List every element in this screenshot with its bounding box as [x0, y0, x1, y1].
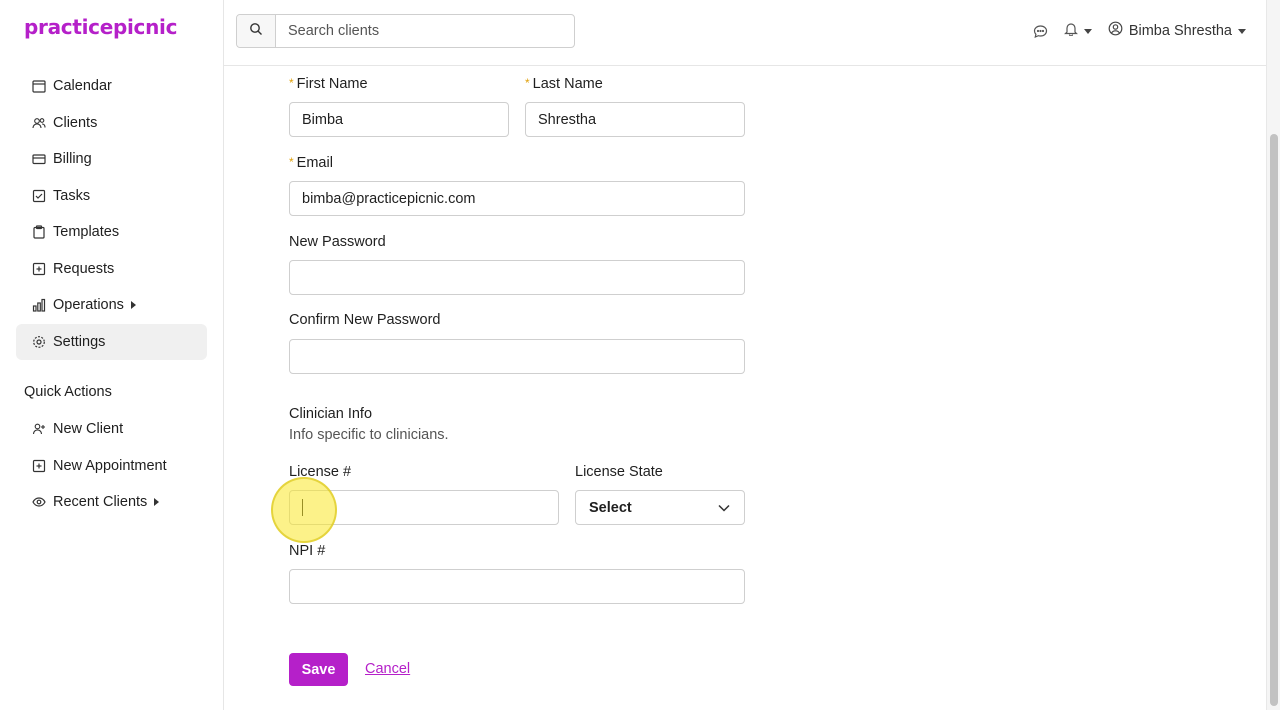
quick-actions-title: Quick Actions — [24, 384, 112, 400]
license-state-select[interactable]: Select — [575, 490, 745, 525]
top-header: Bimba Shrestha — [224, 0, 1266, 66]
checkbox-icon — [32, 189, 46, 203]
quick-action-label: New Client — [53, 421, 124, 438]
quick-action-recent-clients[interactable]: Recent Clients — [16, 484, 207, 521]
plus-square-icon — [32, 459, 46, 473]
search-button[interactable] — [237, 15, 276, 47]
sidebar-item-label: Calendar — [53, 78, 112, 95]
clipboard-icon — [32, 225, 46, 239]
sidebar-item-label: Settings — [53, 333, 106, 350]
bell-icon — [1063, 21, 1078, 41]
user-menu[interactable]: Bimba Shrestha — [1108, 21, 1246, 41]
users-icon — [32, 116, 46, 130]
confirm-password-label: Confirm New Password — [289, 312, 441, 328]
last-name-field[interactable] — [525, 102, 745, 137]
clinician-info-subtitle: Info specific to clinicians. — [289, 427, 449, 443]
bar-chart-icon — [32, 298, 46, 312]
sidebar-item-tasks[interactable]: Tasks — [16, 178, 207, 215]
email-label: * Email — [289, 155, 333, 171]
cancel-link[interactable]: Cancel — [365, 661, 410, 677]
notifications-dropdown[interactable] — [1063, 21, 1092, 41]
gear-icon — [32, 335, 46, 349]
caret-right-icon — [130, 301, 136, 310]
scrollbar-thumb[interactable] — [1270, 134, 1278, 706]
license-state-label: License State — [575, 464, 663, 480]
plus-square-icon — [32, 262, 46, 276]
calendar-icon — [32, 79, 46, 93]
quick-action-label: New Appointment — [53, 457, 167, 474]
email-label-text: Email — [296, 155, 333, 171]
user-name: Bimba Shrestha — [1128, 23, 1232, 39]
main-nav: Calendar Clients Billing Tasks Templates — [16, 68, 207, 360]
eye-icon — [32, 495, 46, 509]
chevron-down-icon — [1083, 28, 1092, 34]
header-actions: Bimba Shrestha — [1017, 20, 1246, 42]
quick-action-label: Recent Clients — [53, 494, 148, 511]
scrollbar[interactable] — [1266, 0, 1280, 710]
search-icon — [249, 22, 263, 41]
quick-action-new-appointment[interactable]: New Appointment — [16, 448, 207, 485]
first-name-label-text: First Name — [296, 76, 368, 92]
confirm-password-field[interactable] — [289, 339, 745, 374]
sidebar-item-label: Templates — [53, 224, 120, 241]
sidebar-item-label: Clients — [53, 114, 98, 131]
sidebar-item-label: Operations — [53, 297, 124, 314]
required-marker: * — [525, 76, 530, 90]
last-name-label: * Last Name — [525, 76, 603, 92]
sidebar-item-calendar[interactable]: Calendar — [16, 68, 207, 105]
new-password-label: New Password — [289, 234, 386, 250]
sidebar-item-templates[interactable]: Templates — [16, 214, 207, 251]
click-highlight — [271, 477, 337, 543]
sidebar-item-label: Billing — [53, 151, 92, 168]
first-name-field[interactable] — [289, 102, 509, 137]
sidebar: practicepicnic Calendar Clients Billing … — [0, 0, 224, 710]
search-input[interactable] — [276, 15, 574, 47]
sidebar-item-billing[interactable]: Billing — [16, 141, 207, 178]
first-name-label: * First Name — [289, 76, 368, 92]
sidebar-item-label: Tasks — [53, 187, 91, 204]
quick-action-new-client[interactable]: New Client — [16, 411, 207, 448]
email-field[interactable] — [289, 181, 745, 216]
search-bar — [236, 14, 575, 48]
quick-actions: New Client New Appointment Recent Client… — [16, 411, 207, 521]
chevron-down-icon — [1238, 28, 1246, 34]
save-button[interactable]: Save — [289, 653, 348, 686]
credit-card-icon — [32, 152, 46, 166]
user-plus-icon — [32, 422, 46, 436]
chevron-down-icon — [718, 500, 730, 516]
sidebar-item-operations[interactable]: Operations — [16, 287, 207, 324]
npi-field[interactable] — [289, 569, 745, 604]
brand-logo[interactable]: practicepicnic — [24, 15, 177, 39]
sidebar-item-settings[interactable]: Settings — [16, 323, 207, 360]
last-name-label-text: Last Name — [532, 76, 603, 92]
new-password-field[interactable] — [289, 260, 745, 295]
sidebar-item-requests[interactable]: Requests — [16, 251, 207, 288]
license-state-value: Select — [589, 499, 632, 516]
sidebar-item-clients[interactable]: Clients — [16, 105, 207, 142]
chat-icon[interactable] — [1033, 24, 1048, 39]
sidebar-item-label: Requests — [53, 260, 115, 277]
clinician-info-title: Clinician Info — [289, 406, 373, 422]
user-circle-icon — [1108, 21, 1123, 41]
caret-right-icon — [154, 498, 160, 507]
npi-label: NPI # — [289, 543, 326, 559]
required-marker: * — [289, 155, 294, 169]
required-marker: * — [289, 76, 294, 90]
